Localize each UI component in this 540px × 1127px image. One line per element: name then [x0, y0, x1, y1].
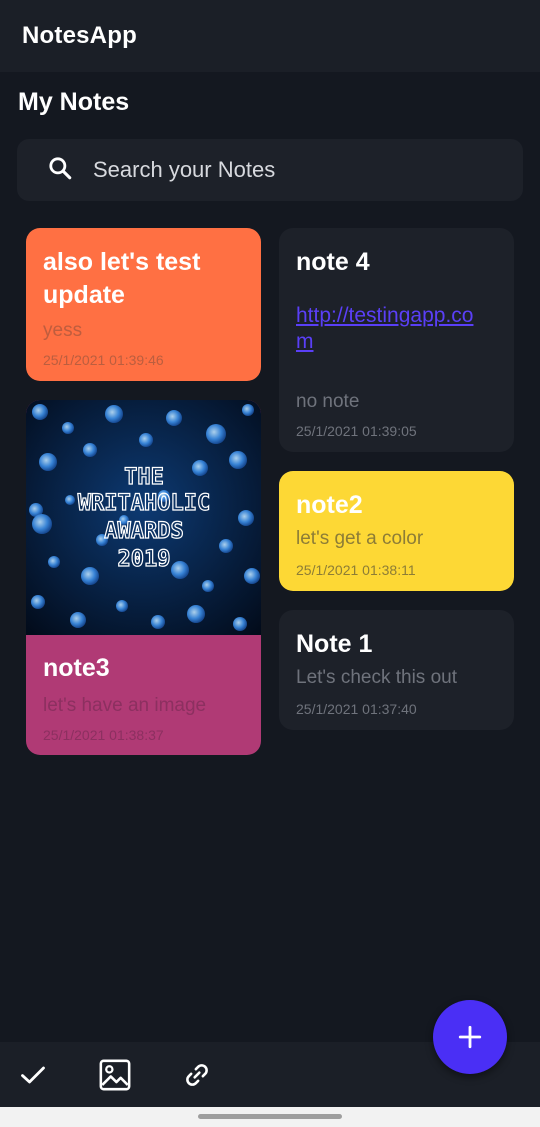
- plus-icon: [458, 1025, 482, 1049]
- app-title: NotesApp: [22, 22, 137, 49]
- note-datetime: 25/1/2021 01:37:40: [296, 701, 417, 717]
- note-subtitle: let's have an image: [43, 695, 207, 716]
- note-title: also let's test update: [43, 248, 201, 309]
- search-icon: [47, 155, 73, 186]
- note-title: note2: [296, 491, 363, 519]
- note-card[interactable]: note 4 http://testingapp.com no note 25/…: [279, 228, 514, 452]
- note-subtitle: no note: [296, 391, 360, 412]
- search-bar[interactable]: [17, 139, 523, 201]
- app-bar: NotesApp: [0, 0, 540, 72]
- note-datetime: 25/1/2021 01:38:37: [43, 727, 164, 743]
- note-card[interactable]: Note 1 Let's check this out 25/1/2021 01…: [279, 610, 514, 730]
- note-card[interactable]: note2 let's get a color 25/1/2021 01:38:…: [279, 471, 514, 591]
- check-icon[interactable]: [16, 1058, 50, 1092]
- image-icon[interactable]: [98, 1058, 132, 1092]
- note-subtitle: yess: [43, 320, 83, 341]
- link-icon[interactable]: [180, 1058, 214, 1092]
- page-title: My Notes: [18, 88, 130, 116]
- note-subtitle: let's get a color: [296, 528, 424, 549]
- image-text-1: THE: [124, 465, 164, 490]
- image-text-3: AWARDS: [104, 519, 183, 544]
- note-link[interactable]: http://testingapp.com: [296, 303, 476, 355]
- search-input[interactable]: [91, 156, 475, 184]
- note-image: THE WRITAHOLIC AWARDS 2019: [26, 400, 261, 635]
- note-title: Note 1: [296, 630, 373, 658]
- system-nav-bar: [0, 1107, 540, 1127]
- add-note-button[interactable]: [433, 1000, 507, 1074]
- note-card[interactable]: also let's test update yess 25/1/2021 01…: [26, 228, 261, 381]
- note-title: note 4: [296, 248, 370, 276]
- note-datetime: 25/1/2021 01:39:46: [43, 352, 164, 368]
- image-text-2: WRITAHOLIC: [78, 491, 210, 516]
- image-text-4: 2019: [118, 547, 171, 572]
- note-datetime: 25/1/2021 01:39:05: [296, 423, 417, 439]
- note-subtitle: Let's check this out: [296, 667, 457, 688]
- home-handle[interactable]: [198, 1114, 342, 1119]
- note-card[interactable]: THE WRITAHOLIC AWARDS 2019 note3 let's h…: [26, 400, 261, 755]
- note-datetime: 25/1/2021 01:38:11: [296, 562, 416, 578]
- note-title: note3: [43, 654, 110, 682]
